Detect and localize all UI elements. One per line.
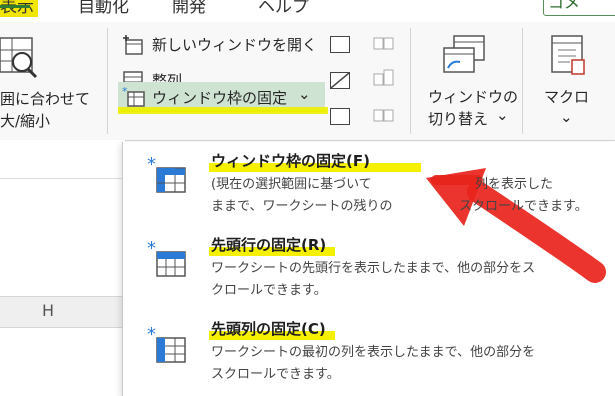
- hide-window-button[interactable]: [330, 72, 350, 89]
- zoom-to-selection-label-2: 大/縮小: [0, 112, 51, 130]
- menu-item-desc: スクロールできます。: [459, 199, 588, 214]
- menu-item-desc: ワークシートの先頭行を表示したままで、他の部分をス: [211, 261, 536, 276]
- switch-windows-icon: [443, 35, 485, 73]
- row-gridline: [0, 178, 125, 179]
- menu-item-desc: ままで、ワークシートの残りの: [211, 199, 393, 214]
- tab-automate-label: 自動化: [78, 0, 129, 17]
- chevron-down-icon: ⌄: [560, 108, 573, 126]
- comments-button[interactable]: コメ: [543, 0, 615, 16]
- new-window-button[interactable]: 新しいウィンドウを開く: [118, 32, 318, 58]
- zoom-to-selection-icon: [0, 37, 38, 79]
- macros-icon: [551, 35, 585, 75]
- hide-window-icon: [330, 72, 350, 89]
- freeze-panes-label: ウィンドウ枠の固定: [152, 89, 288, 107]
- menu-item-desc: スクロールできます。: [211, 367, 340, 382]
- switch-windows-label-1: ウィンドウの: [428, 88, 519, 106]
- menu-item-title: 先頭列の固定(C): [211, 320, 326, 338]
- freeze-first-column-icon: *: [147, 326, 186, 363]
- ribbon: 囲に合わせて 大/縮小 新しいウィンドウを開く 整列 * ウィンドウ枠の固定 ⌄: [0, 22, 615, 141]
- svg-text:*: *: [122, 86, 128, 98]
- chevron-down-icon: ⌄: [496, 106, 509, 124]
- new-window-icon: [123, 35, 143, 55]
- macros-button[interactable]: マクロ ⌄: [530, 32, 610, 132]
- split-button[interactable]: [330, 36, 350, 53]
- freeze-panes-highlight: [118, 107, 328, 114]
- worksheet-area[interactable]: H: [0, 140, 125, 396]
- freeze-panes-icon: *: [147, 156, 186, 193]
- tab-help[interactable]: ヘルプ: [258, 0, 309, 17]
- side-by-side-icons: [373, 37, 394, 122]
- freeze-panes-icon: *: [122, 86, 145, 107]
- group-divider: [107, 28, 108, 134]
- switch-windows-button[interactable]: ウィンドウの 切り替え ⌄: [418, 32, 518, 132]
- tab-help-label: ヘルプ: [258, 0, 309, 17]
- comments-button-label: コメ: [548, 0, 581, 12]
- svg-text:*: *: [147, 240, 156, 259]
- tab-view-label: 表示: [0, 0, 34, 17]
- menu-item-title: 先頭行の固定(R): [211, 236, 327, 254]
- menu-item-freeze-first-column[interactable]: * 先頭列の固定(C) ワークシートの最初の列を表示したままで、他の部分を スク…: [123, 314, 615, 394]
- menu-item-title: ウィンドウ枠の固定(F): [211, 152, 370, 170]
- switch-windows-label-2: 切り替え: [428, 110, 489, 128]
- tab-developer[interactable]: 開発: [172, 0, 206, 17]
- unhide-window-button[interactable]: [330, 108, 350, 125]
- column-header-h[interactable]: H: [0, 296, 125, 328]
- column-header-h-label: H: [42, 301, 55, 320]
- menu-item-desc: ワークシートの最初の列を表示したままで、他の部分を: [211, 345, 536, 360]
- menu-item-desc: 列を表示した: [475, 177, 554, 192]
- macros-label: マクロ: [544, 88, 590, 106]
- svg-text:*: *: [147, 326, 156, 345]
- menu-item-desc: (現在の選択範囲に基づいて: [211, 177, 372, 192]
- tab-developer-label: 開発: [172, 0, 206, 17]
- ribbon-tab-strip: 表示 自動化 開発 ヘルプ コメ: [0, 0, 615, 22]
- zoom-to-selection-button[interactable]: [0, 34, 60, 84]
- zoom-to-selection-label-1: 囲に合わせて: [0, 90, 91, 108]
- freeze-top-row-icon: *: [147, 240, 186, 277]
- menu-item-desc: クロールできます。: [211, 283, 327, 298]
- chevron-down-icon: ⌄: [298, 85, 311, 103]
- svg-text:*: *: [147, 156, 156, 175]
- group-divider: [522, 28, 523, 134]
- new-window-label: 新しいウィンドウを開く: [152, 36, 318, 54]
- tab-automate[interactable]: 自動化: [78, 0, 129, 17]
- tab-view[interactable]: 表示: [0, 0, 38, 17]
- group-divider: [410, 28, 411, 134]
- tab-active-indicator: [0, 5, 30, 8]
